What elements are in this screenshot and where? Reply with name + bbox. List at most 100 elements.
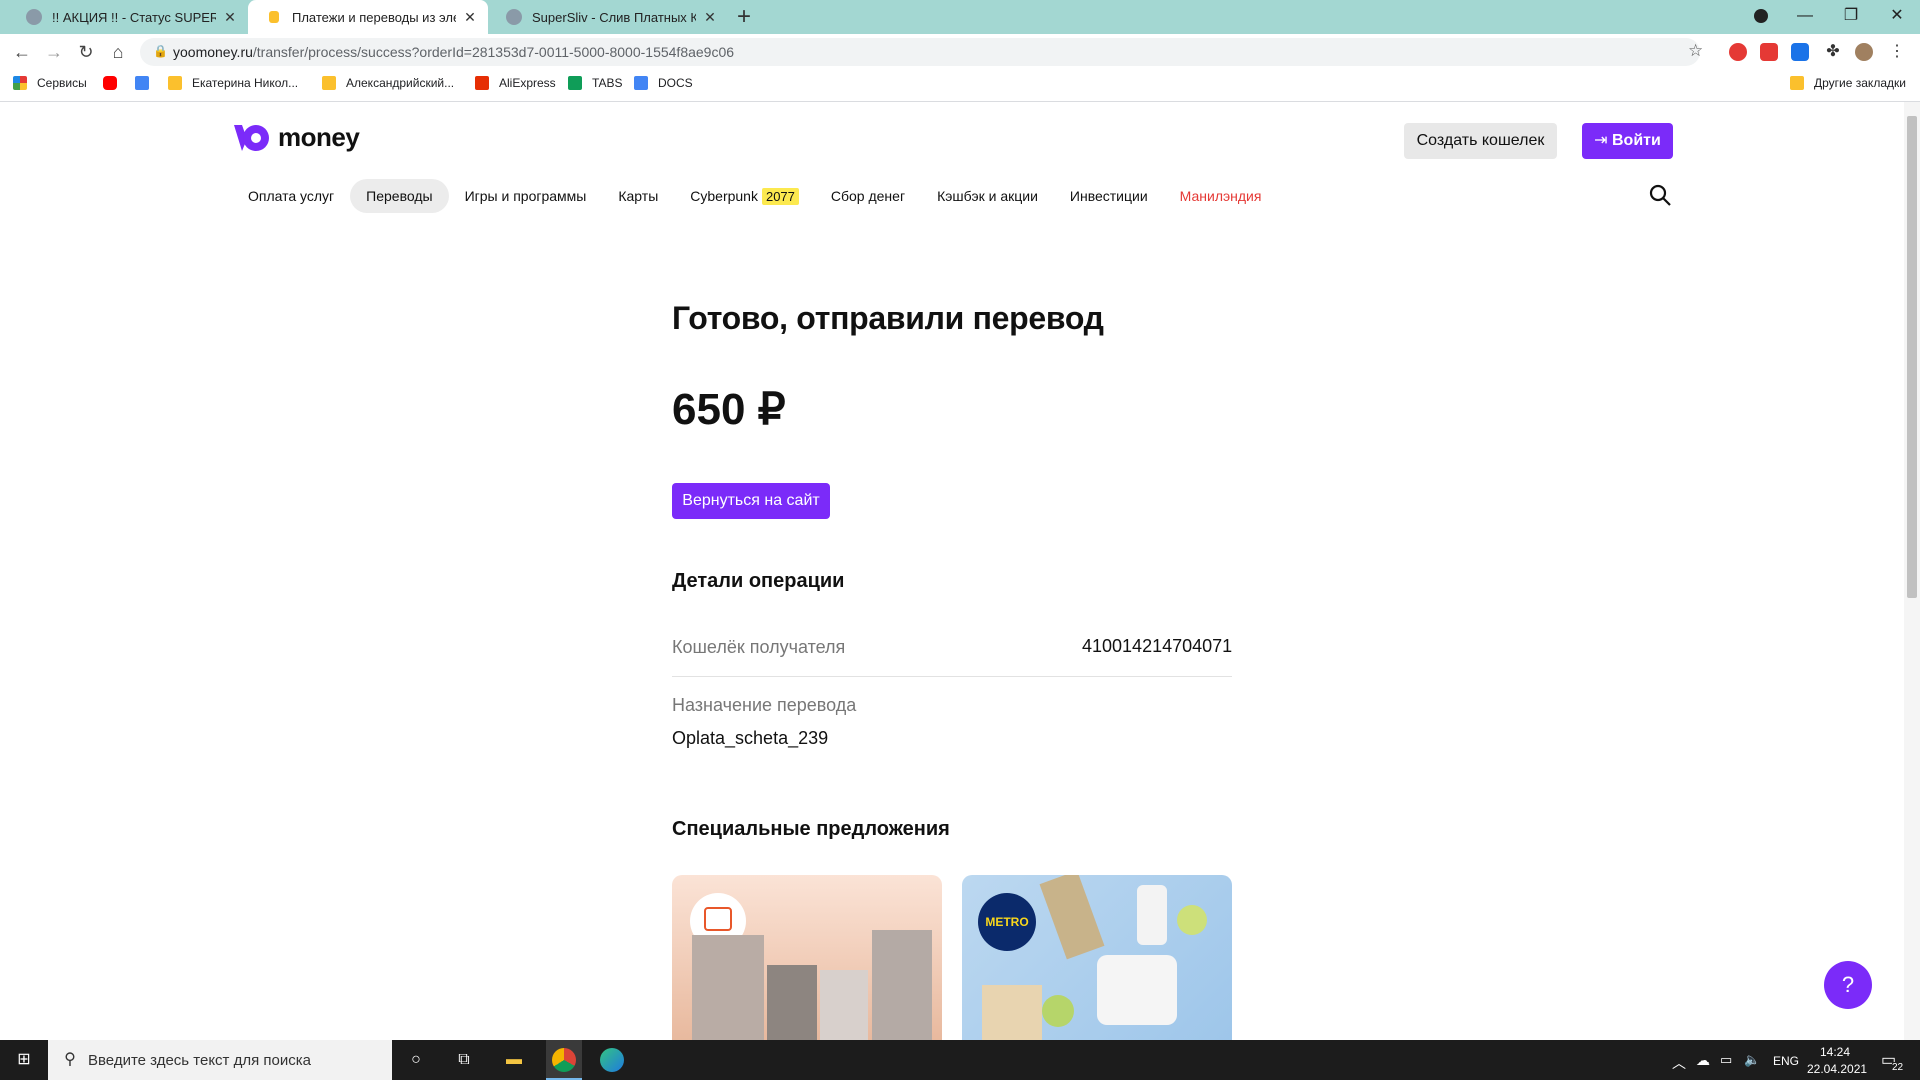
logo-text: money <box>278 122 360 152</box>
close-icon[interactable]: ✕ <box>462 9 478 26</box>
search-icon[interactable] <box>1648 183 1672 207</box>
lock-icon[interactable]: 🔒 <box>153 44 168 58</box>
offer-card-appliances[interactable] <box>672 875 942 1040</box>
bookmark-label: Екатерина Никол... <box>192 76 299 90</box>
purpose-value: Oplata_scheta_239 <box>672 728 829 748</box>
bookmark-docs[interactable]: DOCS <box>634 76 693 90</box>
bookmark-label: TABS <box>592 76 623 90</box>
browser-tab[interactable]: SuperSliv - Слив Платных Курсо ✕ <box>488 0 728 34</box>
puzzle-icon[interactable]: ✤ <box>1824 43 1842 61</box>
yoomoney-logo[interactable]: money <box>232 122 360 153</box>
close-icon[interactable]: ✕ <box>222 9 238 26</box>
bookmark-tabs[interactable]: TABS <box>568 76 622 90</box>
apple-image <box>1042 995 1074 1027</box>
opera-extension-icon[interactable] <box>1729 43 1747 61</box>
minimize-icon[interactable]: — <box>1782 0 1828 34</box>
bookmark-star-icon[interactable]: ☆ <box>1688 41 1703 61</box>
bookmark-folder[interactable]: Екатерина Никол... <box>168 76 298 90</box>
folder-icon <box>168 76 182 90</box>
bookmark-folder[interactable]: Александрийский... <box>322 76 454 90</box>
avatar[interactable] <box>1855 43 1873 61</box>
chrome-icon <box>552 1048 576 1072</box>
offer-card-metro[interactable]: METRO <box>962 875 1232 1040</box>
nav-item-services[interactable]: Оплата услуг <box>232 179 350 213</box>
language-indicator[interactable]: ENG <box>1773 1054 1799 1068</box>
nav-item-moneyland[interactable]: Манилэндия <box>1164 179 1278 213</box>
transfer-amount: 650 ₽ <box>672 385 786 434</box>
nav-item-games[interactable]: Игры и программы <box>449 179 603 213</box>
translate-icon <box>135 76 149 90</box>
nav-item-transfers[interactable]: Переводы <box>350 179 449 213</box>
tab-search-icon[interactable] <box>1738 0 1784 34</box>
docs-icon <box>634 76 648 90</box>
bookmark-label: DOCS <box>658 76 693 90</box>
bookmark-translate[interactable] <box>135 76 159 90</box>
onedrive-icon[interactable]: ☁ <box>1696 1052 1710 1069</box>
bookmark-aliexpress[interactable]: AliExpress <box>475 76 556 90</box>
scrollbar-thumb[interactable] <box>1907 116 1917 598</box>
globe-icon <box>26 9 42 25</box>
create-wallet-button[interactable]: Создать кошелек <box>1404 123 1557 159</box>
bookmark-services[interactable]: Сервисы <box>13 76 87 90</box>
help-button[interactable]: ? <box>1824 961 1872 1009</box>
menu-icon[interactable]: ⋮ <box>1888 43 1906 61</box>
network-icon[interactable]: ▭ <box>1720 1052 1732 1068</box>
login-label: Войти <box>1612 132 1661 149</box>
extension-icon[interactable] <box>1791 43 1809 61</box>
close-window-icon[interactable]: ✕ <box>1874 0 1920 34</box>
main-nav: Оплата услуг Переводы Игры и программы К… <box>232 179 1277 213</box>
back-arrow-icon[interactable]: ← <box>10 40 34 64</box>
file-explorer-icon[interactable]: ▬ <box>502 1048 526 1072</box>
clock-time[interactable]: 14:24 <box>1820 1045 1850 1059</box>
nav-item-cyberpunk[interactable]: Cyberpunk 2077 <box>674 179 815 213</box>
login-icon: ⇥ <box>1594 132 1608 149</box>
sheets-icon <box>568 76 582 90</box>
chrome-taskbar-button[interactable] <box>546 1040 582 1080</box>
bookmark-label: Александрийский... <box>346 76 455 90</box>
search-icon: ⚲ <box>64 1051 76 1068</box>
page-title: Готово, отправили перевод <box>672 300 1104 336</box>
home-icon[interactable]: ⌂ <box>106 40 130 64</box>
restore-icon[interactable]: ❐ <box>1828 0 1874 34</box>
nav-item-cards[interactable]: Карты <box>602 179 674 213</box>
metro-logo: METRO <box>978 893 1036 951</box>
nav-item-cashback[interactable]: Кэшбэк и акции <box>921 179 1054 213</box>
url-host: yoomoney.ru <box>173 44 253 60</box>
nav-item-fundraising[interactable]: Сбор денег <box>815 179 921 213</box>
tab-title: !! АКЦИЯ !! - Статус SUPER VIP с <box>52 9 216 25</box>
offers-title: Специальные предложения <box>672 818 950 840</box>
fridge-image <box>872 930 932 1040</box>
extension-icon[interactable] <box>1760 43 1778 61</box>
clock-date[interactable]: 22.04.2021 <box>1807 1062 1867 1076</box>
tab-title: SuperSliv - Слив Платных Курсо <box>532 9 696 25</box>
return-to-site-button[interactable]: Вернуться на сайт <box>672 483 830 519</box>
washer-image <box>820 970 868 1040</box>
other-bookmarks[interactable]: Другие закладки <box>1790 76 1906 90</box>
tray-chevron-icon[interactable]: ︿ <box>1672 1053 1686 1073</box>
nav-item-investments[interactable]: Инвестиции <box>1054 179 1164 213</box>
nav-badge: 2077 <box>761 188 799 205</box>
bookmark-label: Сервисы <box>37 76 87 90</box>
stove-image <box>767 965 817 1040</box>
windows-start-icon[interactable]: ⊞ <box>12 1048 36 1072</box>
bottle-image <box>1137 885 1167 945</box>
browser-tab-active[interactable]: Платежи и переводы из электр ✕ <box>248 0 488 34</box>
yoomoney-favicon-icon <box>269 11 279 23</box>
forward-arrow-icon[interactable]: → <box>42 40 66 64</box>
apple-image <box>1177 905 1207 935</box>
bookmark-youtube[interactable] <box>103 76 127 90</box>
close-icon[interactable]: ✕ <box>702 9 718 26</box>
granola-image <box>1039 875 1105 960</box>
volume-icon[interactable]: 🔈 <box>1744 1052 1760 1068</box>
browser-tab[interactable]: !! АКЦИЯ !! - Статус SUPER VIP с ✕ <box>8 0 248 34</box>
task-view-icon[interactable]: ⧉ <box>452 1048 476 1072</box>
new-tab-button[interactable]: + <box>737 3 751 31</box>
bookmark-label: AliExpress <box>499 76 556 90</box>
youtube-icon <box>103 76 117 90</box>
notifications-count: 22 <box>1892 1062 1904 1073</box>
login-button[interactable]: ⇥ Войти <box>1582 123 1673 159</box>
edge-icon[interactable] <box>600 1048 624 1072</box>
url-text[interactable]: yoomoney.ru/transfer/process/success?ord… <box>173 44 734 60</box>
reload-icon[interactable]: ↻ <box>74 40 98 64</box>
cortana-icon[interactable]: ○ <box>404 1048 428 1072</box>
